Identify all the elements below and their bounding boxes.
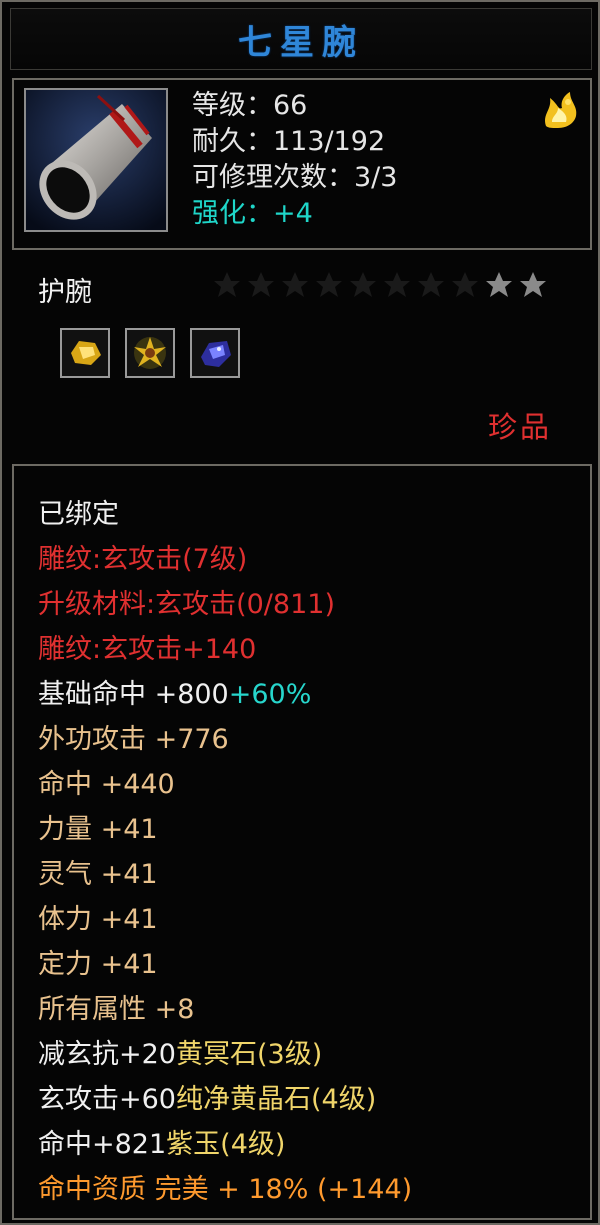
gem-socket-1-line-text: 减玄抗+20 bbox=[38, 1039, 176, 1070]
level-line: 等级：66 bbox=[192, 88, 397, 124]
gem-socket-2-line-text: 玄攻击+60 bbox=[38, 1084, 176, 1115]
base-accuracy-line-text: 基础命中 +800 bbox=[38, 679, 229, 710]
durability-line: 耐久：113/192 bbox=[192, 124, 397, 160]
enhance-line: 强化：+4 bbox=[192, 196, 397, 232]
star-rating bbox=[212, 270, 548, 300]
star-icon bbox=[214, 272, 240, 297]
strength-line: 力量 +41 bbox=[38, 807, 412, 852]
spirit-line: 灵气 +41 bbox=[38, 852, 412, 897]
gem-socket-3-line-text: 紫玉(4级) bbox=[166, 1129, 286, 1160]
focus-line: 定力 +41 bbox=[38, 942, 412, 987]
base-accuracy-line: 基础命中 +800 +60% bbox=[38, 672, 412, 717]
all-attributes-line-text: 所有属性 +8 bbox=[38, 994, 195, 1025]
engrave-line: 雕纹:玄攻击(7级) bbox=[38, 537, 412, 582]
enhance-value: +4 bbox=[273, 198, 313, 229]
engrave-bonus-line: 雕纹:玄攻击+140 bbox=[38, 627, 412, 672]
rarity-label: 珍品 bbox=[487, 410, 552, 444]
star-icon bbox=[248, 272, 274, 297]
star-icon bbox=[316, 272, 342, 297]
accuracy-line-text: 命中 +440 bbox=[38, 769, 175, 800]
gem-socket-1-line: 减玄抗+20黄冥石(3级) bbox=[38, 1032, 412, 1077]
strength-line-text: 力量 +41 bbox=[38, 814, 158, 845]
item-stats: 等级：66 耐久：113/192 可修理次数：3/3 强化：+4 bbox=[192, 88, 397, 232]
star-icon bbox=[384, 272, 410, 297]
sun-gem-icon[interactable] bbox=[125, 328, 175, 378]
upgrade-material-line-text: 升级材料:玄攻击(0/811) bbox=[38, 589, 335, 620]
bind-status-text: 已绑定 bbox=[38, 499, 119, 530]
durability-label: 耐久： bbox=[192, 126, 273, 157]
item-name: 七星腕 bbox=[238, 22, 364, 63]
base-accuracy-line-text: +60% bbox=[228, 679, 312, 710]
level-label: 等级： bbox=[192, 90, 273, 121]
star-icon-filled bbox=[520, 272, 546, 297]
stamina-line-text: 体力 +41 bbox=[38, 904, 158, 935]
title-bar: 七星腕 bbox=[10, 8, 592, 70]
gem-sockets bbox=[60, 328, 240, 378]
item-detail-lines: 已绑定雕纹:玄攻击(7级) 升级材料:玄攻击(0/811) 雕纹:玄攻击+140 基础… bbox=[38, 492, 412, 1212]
gem-socket-3-line: 命中+821紫玉(4级) bbox=[38, 1122, 412, 1167]
gem-socket-1-line-text: 黄冥石(3级) bbox=[175, 1039, 323, 1070]
focus-line-text: 定力 +41 bbox=[38, 949, 158, 980]
external-attack-line: 外功攻击 +776 bbox=[38, 717, 412, 762]
item-header-panel: 等级：66 耐久：113/192 可修理次数：3/3 强化：+4 bbox=[12, 78, 592, 250]
star-icon bbox=[350, 272, 376, 297]
enhance-label: 强化： bbox=[192, 198, 273, 229]
spirit-line-text: 灵气 +41 bbox=[38, 859, 158, 890]
star-icon bbox=[452, 272, 478, 297]
gem-socket-2-line-text: 纯净黄晶石(4级) bbox=[175, 1084, 377, 1115]
gem-socket-3-line-text: 命中+821 bbox=[38, 1129, 167, 1160]
engrave-line-text: 雕纹:玄攻击(7级) bbox=[38, 544, 248, 575]
star-icon bbox=[418, 272, 444, 297]
gem-socket-2-line: 玄攻击+60纯净黄晶石(4级) bbox=[38, 1077, 412, 1122]
star-icon-filled bbox=[486, 272, 512, 297]
level-value: 66 bbox=[273, 90, 308, 121]
yellow-gem-icon[interactable] bbox=[60, 328, 110, 378]
item-type: 护腕 bbox=[38, 277, 92, 308]
stamina-line: 体力 +41 bbox=[38, 897, 412, 942]
all-attributes-line: 所有属性 +8 bbox=[38, 987, 412, 1032]
blue-gem-icon[interactable] bbox=[190, 328, 240, 378]
item-details-panel: 已绑定雕纹:玄攻击(7级) 升级材料:玄攻击(0/811) 雕纹:玄攻击+140 基础… bbox=[12, 464, 592, 1220]
engrave-bonus-line-text: 雕纹:玄攻击+140 bbox=[38, 634, 257, 665]
star-icon bbox=[282, 272, 308, 297]
golden-flame-icon bbox=[538, 88, 582, 132]
repair-value: 3/3 bbox=[354, 162, 398, 193]
accuracy-quality-line: 命中资质 完美 + 18% (+144) bbox=[38, 1167, 412, 1212]
durability-value: 113/192 bbox=[273, 126, 386, 157]
repair-line: 可修理次数：3/3 bbox=[192, 160, 397, 196]
accuracy-quality-line-text: 命中资质 完美 + 18% (+144) bbox=[38, 1174, 413, 1205]
bracer-icon[interactable] bbox=[24, 88, 168, 232]
bind-status: 已绑定 bbox=[38, 492, 412, 537]
accuracy-line: 命中 +440 bbox=[38, 762, 412, 807]
upgrade-material-line: 升级材料:玄攻击(0/811) bbox=[38, 582, 412, 627]
external-attack-line-text: 外功攻击 +776 bbox=[38, 724, 229, 755]
repair-label: 可修理次数： bbox=[192, 162, 354, 193]
item-tooltip: 七星腕 等级：66 耐久：113/192 可修理次数：3/3 强化：+4 护腕 … bbox=[0, 0, 600, 1225]
